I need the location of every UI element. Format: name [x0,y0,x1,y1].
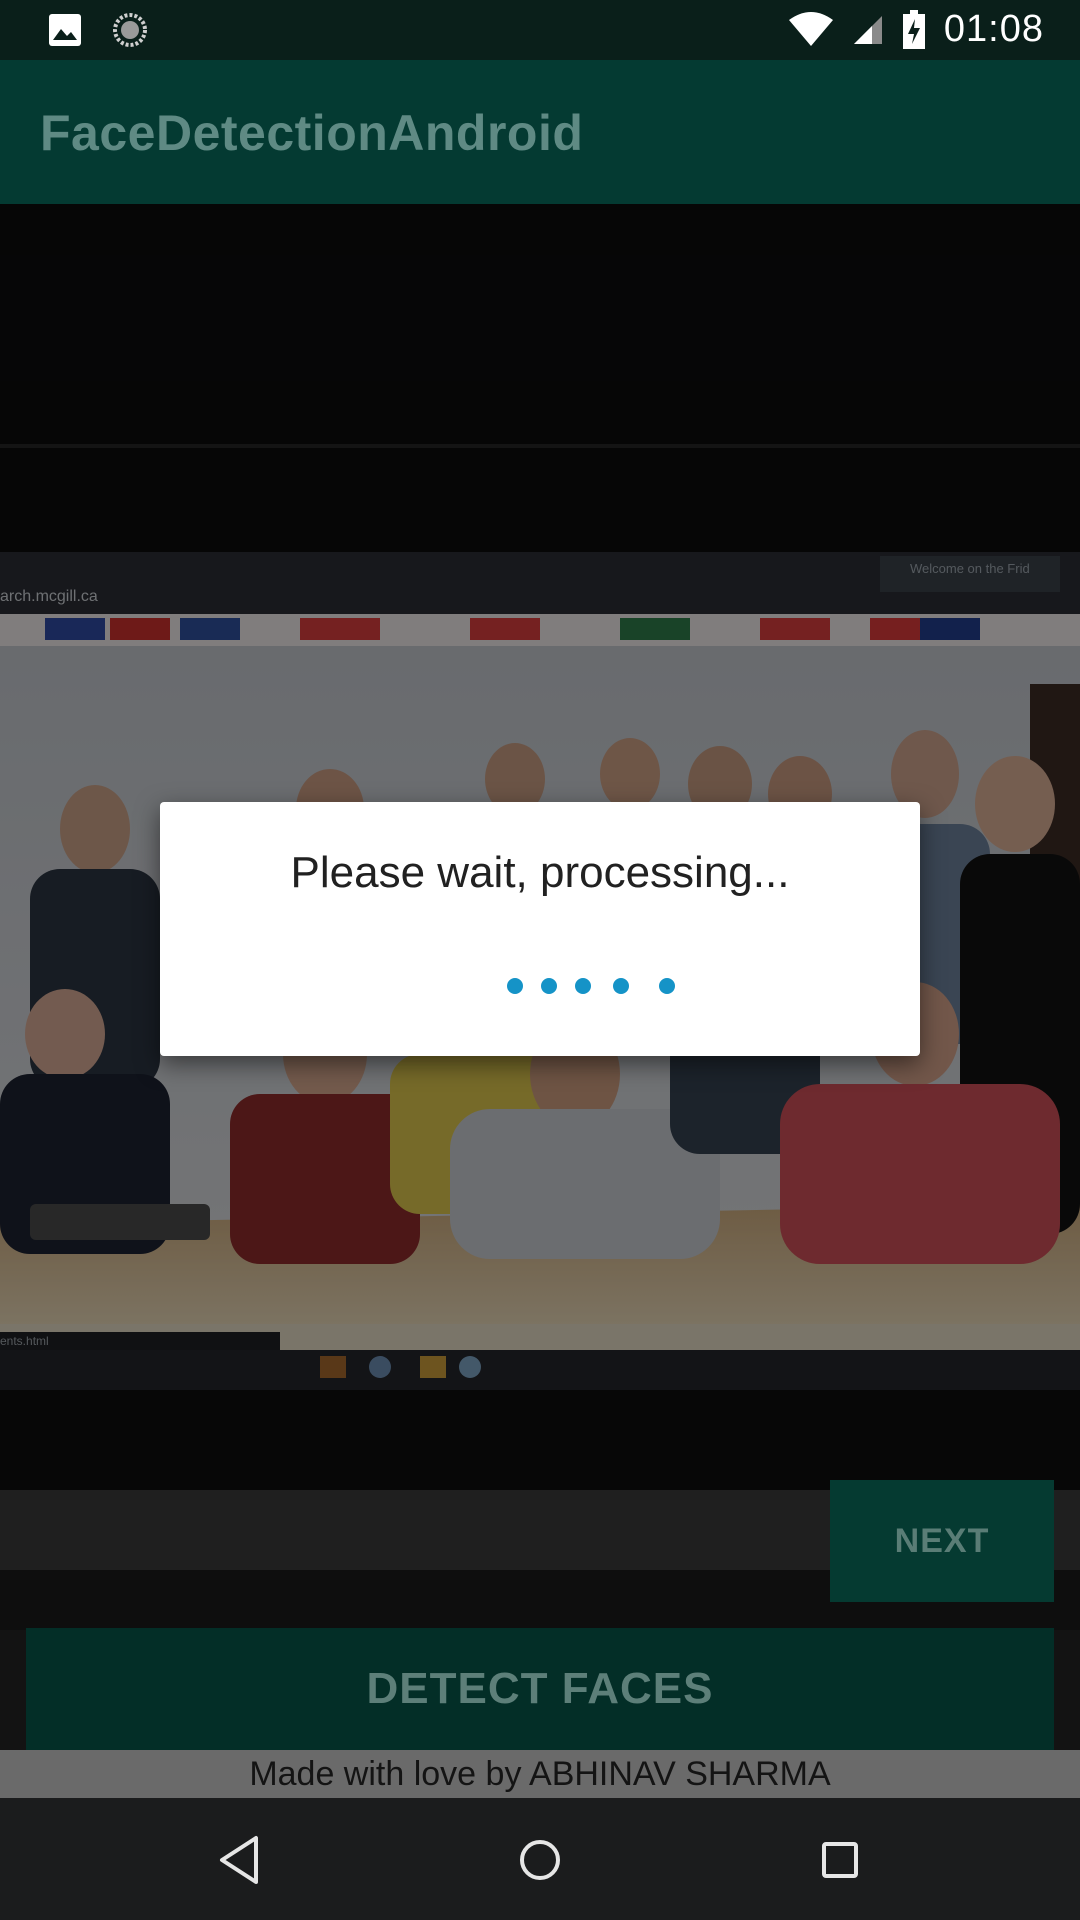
status-bar: 01:08 [0,0,1080,60]
battery-charging-icon [902,9,925,49]
dialog-message: Please wait, processing... [290,848,790,897]
footer-credit: Made with love by ABHINAV SHARMA [0,1750,1080,1798]
loading-dot [507,978,523,994]
app-bar: FaceDetectionAndroid [0,60,1080,204]
loading-dot [613,978,629,994]
loading-dot [575,978,591,994]
home-icon[interactable] [510,1830,570,1890]
back-icon[interactable] [210,1830,270,1890]
wifi-icon [788,11,833,46]
status-right-icons: 01:08 [788,8,1044,51]
loading-dot [659,978,675,994]
loading-dots-indicator [0,978,1080,998]
navigation-bar [0,1798,1080,1920]
detect-faces-button[interactable]: DETECT FACES [26,1628,1054,1750]
loading-dot [541,978,557,994]
signal-icon [853,15,882,44]
image-notification-icon [49,14,81,46]
app-title: FaceDetectionAndroid [40,105,584,161]
status-left-icons [48,12,148,48]
progress-dialog: Please wait, processing... [160,802,920,1056]
sync-notification-icon [113,13,147,47]
next-button[interactable]: NEXT [830,1480,1054,1602]
recents-icon[interactable] [810,1830,870,1890]
clock: 01:08 [943,8,1044,50]
